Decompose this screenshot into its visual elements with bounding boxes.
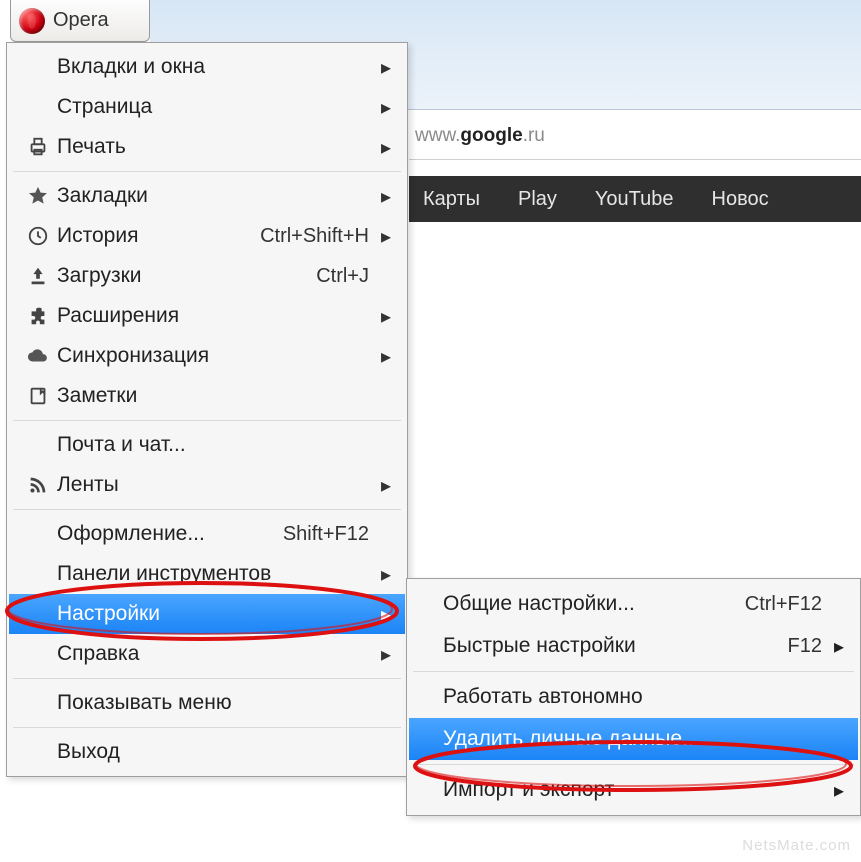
menu-label: Выход <box>57 740 377 764</box>
submenu-separator <box>413 764 854 765</box>
submenu-arrow-icon: ▸ <box>377 224 391 249</box>
rss-icon <box>19 474 57 496</box>
menu-label: Настройки <box>57 602 377 626</box>
menu-item-history[interactable]: История Ctrl+Shift+H ▸ <box>9 216 405 256</box>
nav-link-youtube[interactable]: YouTube <box>595 188 674 211</box>
google-navbar: Карты Play YouTube Новос <box>409 176 861 222</box>
menu-shortcut: Ctrl+J <box>316 265 369 288</box>
menu-label: Показывать меню <box>57 691 377 715</box>
submenu-item-general-settings[interactable]: Общие настройки... Ctrl+F12 <box>409 583 858 625</box>
menu-label: Печать <box>57 135 377 159</box>
menu-item-bookmarks[interactable]: Закладки ▸ <box>9 176 405 216</box>
submenu-label: Удалить личные данные... <box>443 727 830 751</box>
submenu-arrow-icon: ▸ <box>377 473 391 498</box>
watermark: NetsMate.com <box>742 837 851 854</box>
menu-item-show-menu[interactable]: Показывать меню <box>9 683 405 723</box>
menu-item-extensions[interactable]: Расширения ▸ <box>9 296 405 336</box>
note-icon <box>19 385 57 407</box>
address-suffix: .ru <box>523 125 545 147</box>
menu-item-appearance[interactable]: Оформление... Shift+F12 <box>9 514 405 554</box>
menu-item-tabs-windows[interactable]: Вкладки и окна ▸ <box>9 47 405 87</box>
submenu-label: Быстрые настройки <box>443 634 788 658</box>
cloud-icon <box>19 345 57 367</box>
nav-link-maps[interactable]: Карты <box>423 188 480 211</box>
clock-icon <box>19 225 57 247</box>
menu-label: Заметки <box>57 384 377 408</box>
address-domain: google <box>460 125 522 147</box>
menu-label: Закладки <box>57 184 377 208</box>
submenu-item-quick-settings[interactable]: Быстрые настройки F12 ▸ <box>409 625 858 667</box>
submenu-arrow-icon: ▸ <box>377 95 391 120</box>
opera-main-menu: Вкладки и окна ▸ Страница ▸ Печать ▸ Зак… <box>6 42 408 777</box>
menu-label: Почта и чат... <box>57 433 377 457</box>
menu-item-help[interactable]: Справка ▸ <box>9 634 405 674</box>
submenu-arrow-icon: ▸ <box>377 344 391 369</box>
menu-separator <box>13 171 401 172</box>
nav-link-news[interactable]: Новос <box>712 188 769 211</box>
submenu-arrow-icon: ▸ <box>377 562 391 587</box>
menu-label: Вкладки и окна <box>57 55 377 79</box>
submenu-arrow-icon: ▸ <box>377 602 391 627</box>
opera-logo-icon <box>19 8 45 34</box>
menu-label: История <box>57 224 260 248</box>
menu-label: Расширения <box>57 304 377 328</box>
submenu-arrow-icon: ▸ <box>830 778 844 803</box>
submenu-item-import-export[interactable]: Импорт и экспорт ▸ <box>409 769 858 811</box>
menu-shortcut: Shift+F12 <box>283 523 369 546</box>
menu-label: Оформление... <box>57 522 283 546</box>
submenu-label: Общие настройки... <box>443 592 745 616</box>
menu-shortcut: Ctrl+Shift+H <box>260 225 369 248</box>
menu-separator <box>13 420 401 421</box>
opera-button-label: Opera <box>53 9 109 32</box>
menu-item-exit[interactable]: Выход <box>9 732 405 772</box>
menu-label: Загрузки <box>57 264 316 288</box>
submenu-label: Работать автономно <box>443 685 830 709</box>
menu-label: Справка <box>57 642 377 666</box>
puzzle-icon <box>19 305 57 327</box>
menu-item-mail-chat[interactable]: Почта и чат... <box>9 425 405 465</box>
menu-item-print[interactable]: Печать ▸ <box>9 127 405 167</box>
menu-separator <box>13 509 401 510</box>
submenu-item-delete-private-data[interactable]: Удалить личные данные... <box>409 718 858 760</box>
menu-item-sync[interactable]: Синхронизация ▸ <box>9 336 405 376</box>
submenu-arrow-icon: ▸ <box>377 184 391 209</box>
menu-item-notes[interactable]: Заметки <box>9 376 405 416</box>
submenu-label: Импорт и экспорт <box>443 778 830 802</box>
menu-separator <box>13 678 401 679</box>
settings-submenu: Общие настройки... Ctrl+F12 Быстрые наст… <box>406 578 861 816</box>
submenu-arrow-icon: ▸ <box>377 55 391 80</box>
address-bar[interactable]: www. google .ru <box>409 112 861 160</box>
menu-label: Ленты <box>57 473 377 497</box>
opera-menu-button[interactable]: Opera <box>10 0 150 42</box>
star-icon <box>19 185 57 207</box>
menu-item-downloads[interactable]: Загрузки Ctrl+J <box>9 256 405 296</box>
menu-label: Страница <box>57 95 377 119</box>
menu-item-settings[interactable]: Настройки ▸ <box>9 594 405 634</box>
download-icon <box>19 265 57 287</box>
submenu-arrow-icon: ▸ <box>830 634 844 659</box>
submenu-separator <box>413 671 854 672</box>
menu-label: Синхронизация <box>57 344 377 368</box>
address-prefix: www. <box>415 125 460 147</box>
menu-label: Панели инструментов <box>57 562 377 586</box>
submenu-shortcut: Ctrl+F12 <box>745 593 822 616</box>
menu-item-page[interactable]: Страница ▸ <box>9 87 405 127</box>
nav-link-play[interactable]: Play <box>518 188 557 211</box>
submenu-arrow-icon: ▸ <box>377 304 391 329</box>
print-icon <box>19 136 57 158</box>
menu-item-toolbars[interactable]: Панели инструментов ▸ <box>9 554 405 594</box>
menu-item-feeds[interactable]: Ленты ▸ <box>9 465 405 505</box>
submenu-arrow-icon: ▸ <box>377 135 391 160</box>
menu-separator <box>13 727 401 728</box>
submenu-shortcut: F12 <box>788 635 822 658</box>
submenu-item-work-offline[interactable]: Работать автономно <box>409 676 858 718</box>
submenu-arrow-icon: ▸ <box>377 642 391 667</box>
